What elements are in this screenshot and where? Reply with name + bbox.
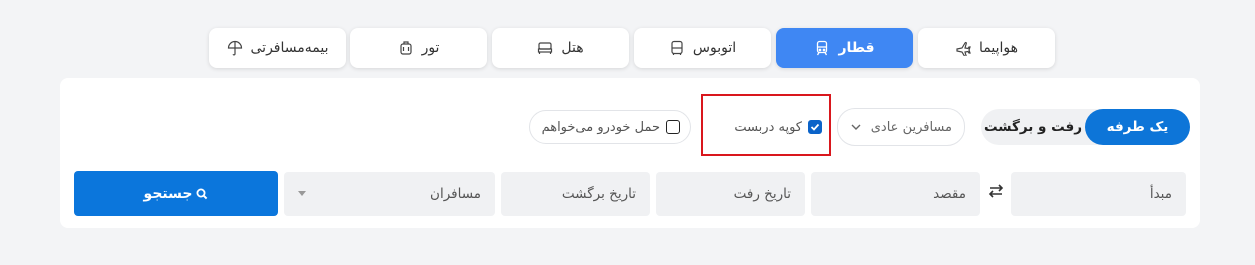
airplane-icon [955,40,971,56]
tab-insurance[interactable]: بیمه‌مسافرتی [209,28,346,68]
destination-field[interactable]: مقصد [811,172,980,216]
tab-label: هواپیما [979,40,1018,56]
car-transport-label: حمل خودرو می‌خواهم [541,119,660,135]
bus-icon [669,40,685,56]
trip-type-toggle: یک طرفه رفت و برگشت [981,109,1190,145]
tab-bus[interactable]: اتوبوس [634,28,771,68]
passenger-type-value: مسافرین عادی [870,119,952,135]
origin-field[interactable]: مبدأ [1011,172,1186,216]
passengers-field[interactable]: مسافران [284,172,495,216]
car-transport-option[interactable]: حمل خودرو می‌خواهم [529,110,691,144]
one-way-option[interactable]: یک طرفه [1085,109,1190,145]
tab-label: هتل [561,40,584,56]
search-label: جستجو [143,185,193,202]
bed-icon [537,40,553,56]
chevron-down-icon [851,124,861,130]
destination-placeholder: مقصد [933,186,966,202]
tab-label: تور [421,40,440,56]
return-date-field[interactable]: تاریخ برگشت [501,172,650,216]
search-card: یک طرفه رفت و برگشت مسافرین عادی کوپه در… [60,78,1200,228]
depart-date-field[interactable]: تاریخ رفت [656,172,805,216]
dropdown-arrow-icon [298,191,306,196]
tab-label: اتوبوس [692,40,737,56]
tab-hotel[interactable]: هتل [492,28,629,68]
car-transport-checkbox[interactable] [666,120,680,134]
tab-label: بیمه‌مسافرتی [250,40,329,56]
depart-date-placeholder: تاریخ رفت [733,186,791,202]
suitcase-icon [398,40,414,56]
passengers-placeholder: مسافران [430,186,481,202]
train-icon [814,40,830,56]
tab-label: قطار [838,40,875,56]
highlight-box [701,94,831,156]
umbrella-icon [227,40,243,56]
tab-airplane[interactable]: هواپیما [918,28,1055,68]
search-icon [196,188,208,199]
swap-icon[interactable] [987,182,1005,200]
origin-placeholder: مبدأ [1149,186,1172,202]
tab-tour[interactable]: تور [350,28,487,68]
passenger-type-select[interactable]: مسافرین عادی [837,108,965,146]
return-date-placeholder: تاریخ برگشت [561,186,636,202]
service-tabs: هواپیما قطار اتوبوس هتل تور بیمه‌مسافرتی [209,28,1055,68]
round-trip-option[interactable]: رفت و برگشت [981,109,1085,145]
search-button[interactable]: جستجو [74,171,278,216]
tab-train[interactable]: قطار [776,28,913,68]
